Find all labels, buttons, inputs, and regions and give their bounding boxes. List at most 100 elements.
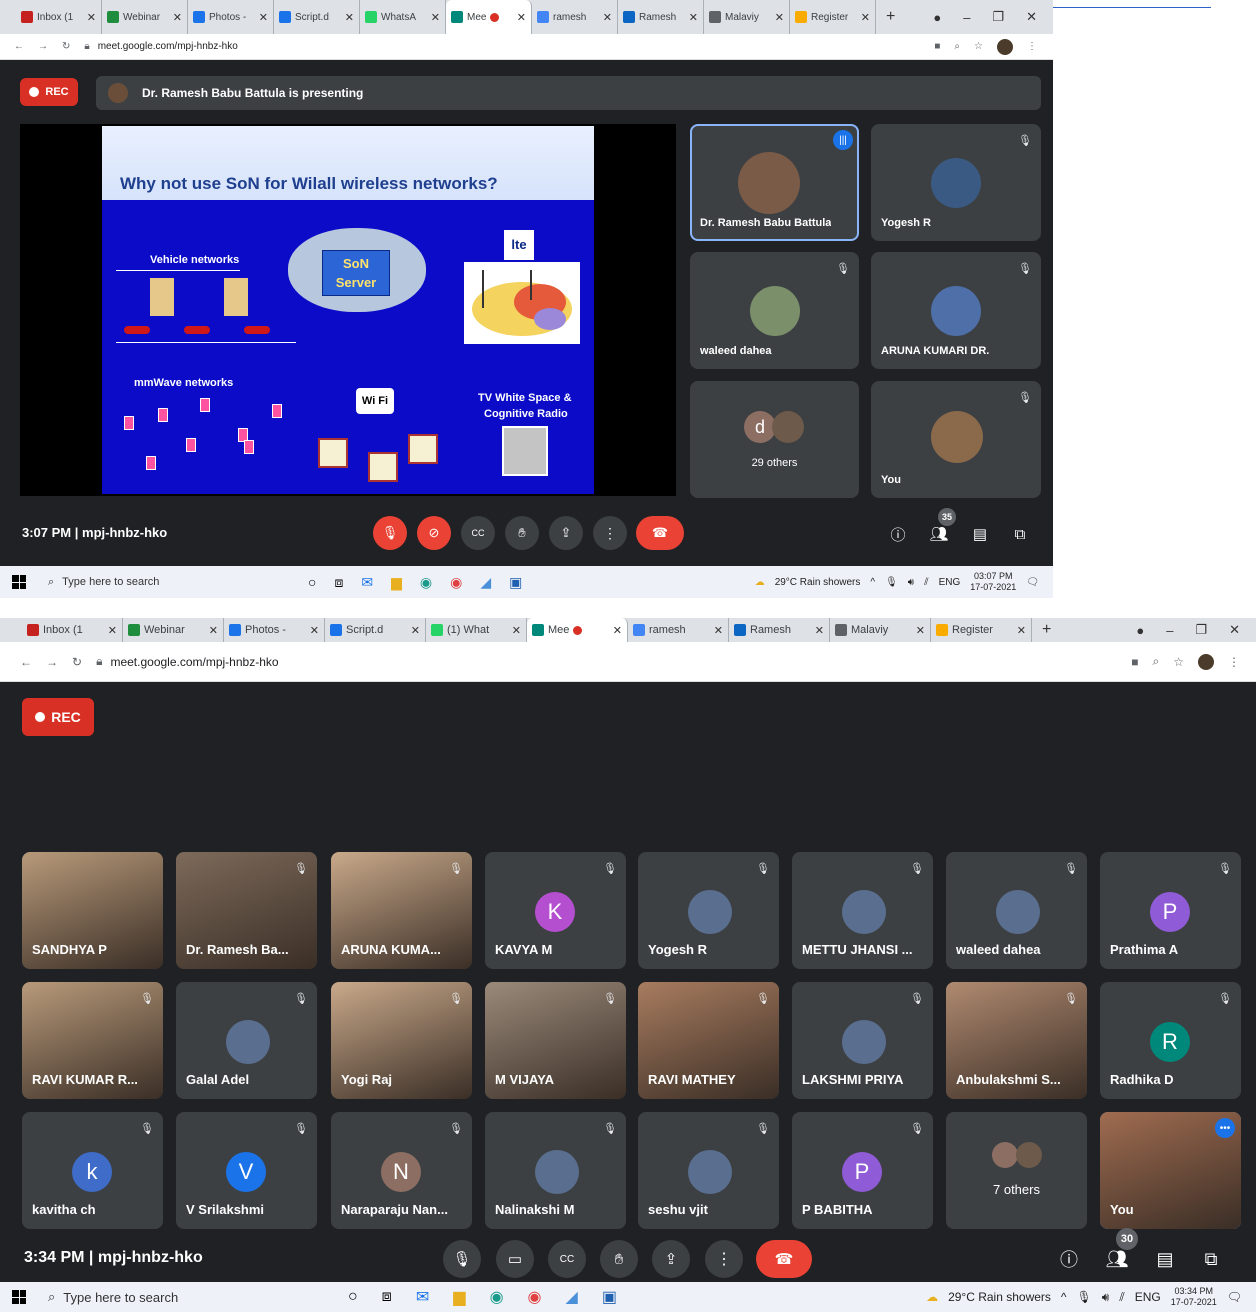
- language-indicator[interactable]: ENG: [1135, 1290, 1161, 1304]
- participant-tile-self[interactable]: 🎙︎ You: [871, 381, 1041, 498]
- close-tab-icon[interactable]: ✕: [167, 11, 182, 24]
- leave-call-button[interactable]: ☎︎: [756, 1240, 812, 1278]
- cortana-icon[interactable]: ○: [308, 574, 316, 590]
- participant-tile[interactable]: P 🎙︎ Prathima A: [1100, 852, 1241, 969]
- edge-icon[interactable]: ◉: [420, 574, 432, 591]
- close-tab-icon[interactable]: ✕: [809, 624, 824, 637]
- participant-tile[interactable]: 🎙︎ METTU JHANSI ...: [792, 852, 933, 969]
- participant-tile[interactable]: V 🎙︎ V Srilakshmi: [176, 1112, 317, 1229]
- minimize-icon[interactable]: –: [1166, 623, 1173, 638]
- participant-tile[interactable]: 🎙︎ Dr. Ramesh Ba...: [176, 852, 317, 969]
- leave-call-button[interactable]: ☎︎: [636, 516, 684, 550]
- participant-tile[interactable]: SANDHYA P: [22, 852, 163, 969]
- notification-icon[interactable]: 🗨︎: [1026, 577, 1039, 588]
- zoom-icon[interactable]: ⌕: [954, 41, 960, 52]
- present-button[interactable]: ⇪: [652, 1240, 690, 1278]
- participant-tile[interactable]: P 🎙︎ P BABITHA: [792, 1112, 933, 1229]
- tray-chevron-icon[interactable]: ^: [870, 577, 875, 588]
- close-window-icon[interactable]: ✕: [1229, 622, 1240, 638]
- rec-indicator[interactable]: REC: [22, 698, 94, 736]
- mic-toggle-button[interactable]: 🎙︎: [443, 1240, 481, 1278]
- profile-dot-icon[interactable]: ●: [933, 10, 941, 25]
- language-indicator[interactable]: ENG: [939, 577, 961, 588]
- participant-tile[interactable]: N 🎙︎ Naraparaju Nan...: [331, 1112, 472, 1229]
- participant-tile[interactable]: 🎙︎ waleed dahea: [946, 852, 1087, 969]
- app-icon[interactable]: ◢: [480, 574, 491, 591]
- new-tab-button[interactable]: +: [1032, 621, 1061, 639]
- close-tab-icon[interactable]: ✕: [855, 11, 870, 24]
- edge-icon[interactable]: ◉: [490, 1287, 504, 1307]
- participant-tile[interactable]: K 🎙︎ KAVYA M: [485, 852, 626, 969]
- browser-tab[interactable]: Ramesh ✕: [618, 0, 704, 34]
- browser-tab[interactable]: Ramesh ✕: [729, 618, 830, 642]
- activities-button[interactable]: ⧉: [1008, 522, 1032, 546]
- browser-tab[interactable]: Webinar ✕: [123, 618, 224, 642]
- microphone-tray-icon[interactable]: 🎙︎: [885, 577, 898, 588]
- network-icon[interactable]: ⫽: [1119, 1290, 1124, 1305]
- camera-toggle-button[interactable]: ▭: [496, 1240, 534, 1278]
- photos-app-icon[interactable]: ▣: [602, 1287, 617, 1307]
- close-tab-icon[interactable]: ✕: [405, 624, 420, 637]
- close-tab-icon[interactable]: ✕: [1011, 624, 1026, 637]
- weather-text[interactable]: 29°C Rain showers: [775, 577, 861, 588]
- browser-tab[interactable]: Register ✕: [931, 618, 1032, 642]
- file-explorer-icon[interactable]: ▆: [453, 1287, 465, 1307]
- close-tab-icon[interactable]: ✕: [425, 11, 440, 24]
- close-tab-icon[interactable]: ✕: [708, 624, 723, 637]
- profile-avatar[interactable]: [997, 38, 1013, 55]
- url-field[interactable]: meet.google.com/mpj-hnbz-hko: [98, 41, 238, 52]
- participant-tile[interactable]: 🎙︎ RAVI KUMAR R...: [22, 982, 163, 1099]
- photos-app-icon[interactable]: ▣: [509, 574, 522, 591]
- present-button[interactable]: ⇪: [549, 516, 583, 550]
- close-tab-icon[interactable]: ✕: [102, 624, 117, 637]
- more-options-button[interactable]: ⋮: [705, 1240, 743, 1278]
- participant-tile[interactable]: 🎙︎ seshu vjit: [638, 1112, 779, 1229]
- close-tab-icon[interactable]: ✕: [339, 11, 354, 24]
- restore-icon[interactable]: ❐: [992, 9, 1004, 25]
- chrome-icon[interactable]: ◉: [528, 1287, 542, 1307]
- app-icon[interactable]: ◢: [566, 1287, 578, 1307]
- participant-tile[interactable]: R 🎙︎ Radhika D: [1100, 982, 1241, 1099]
- tray-chevron-icon[interactable]: ^: [1061, 1290, 1067, 1304]
- close-window-icon[interactable]: ✕: [1026, 9, 1037, 25]
- task-view-icon[interactable]: ⧈: [334, 574, 343, 591]
- captions-button[interactable]: CC: [548, 1240, 586, 1278]
- meeting-info-button[interactable]: ⓘ: [886, 522, 910, 546]
- browser-tab[interactable]: Inbox (1 ✕: [16, 0, 102, 34]
- participant-tile[interactable]: 🎙︎ waleed dahea: [690, 252, 859, 369]
- browser-tab[interactable]: Script.d ✕: [274, 0, 360, 34]
- participant-tile[interactable]: 🎙︎ ARUNA KUMARI DR.: [871, 252, 1041, 369]
- browser-tab[interactable]: Malaviy ✕: [704, 0, 790, 34]
- browser-menu-icon[interactable]: ⋮: [1027, 41, 1037, 52]
- participant-tile[interactable]: 🎙︎ Anbulakshmi S...: [946, 982, 1087, 1099]
- browser-tab[interactable]: ramesh ✕: [628, 618, 729, 642]
- bookmark-star-icon[interactable]: ☆: [974, 41, 983, 52]
- close-tab-icon[interactable]: ✕: [607, 624, 622, 637]
- browser-menu-icon[interactable]: ⋮: [1228, 655, 1240, 669]
- close-tab-icon[interactable]: ✕: [511, 11, 526, 24]
- meeting-info-button[interactable]: ⓘ: [1056, 1246, 1082, 1272]
- raise-hand-button[interactable]: ✋︎: [600, 1240, 638, 1278]
- browser-tab[interactable]: (1) What ✕: [426, 618, 527, 642]
- minimize-icon[interactable]: –: [963, 10, 970, 25]
- windows-start-icon[interactable]: [12, 575, 26, 589]
- windows-start-icon[interactable]: [12, 1290, 26, 1304]
- participant-tile-self[interactable]: ••• You: [1100, 1112, 1241, 1229]
- weather-icon[interactable]: ☁: [755, 577, 765, 588]
- others-tile[interactable]: d 29 others: [690, 381, 859, 498]
- close-tab-icon[interactable]: ✕: [683, 11, 698, 24]
- camera-indicator-icon[interactable]: ■: [1131, 655, 1138, 669]
- task-view-icon[interactable]: ⧈: [382, 1288, 392, 1306]
- close-tab-icon[interactable]: ✕: [203, 624, 218, 637]
- browser-tab[interactable]: Webinar ✕: [102, 0, 188, 34]
- zoom-icon[interactable]: ⌕: [1153, 654, 1160, 669]
- chat-button[interactable]: ▤: [968, 522, 992, 546]
- back-icon[interactable]: ←: [14, 41, 24, 52]
- lock-icon[interactable]: 🔒︎: [84, 41, 89, 52]
- chrome-icon[interactable]: ◉: [450, 574, 462, 591]
- mic-toggle-button[interactable]: 🎙︎: [373, 516, 407, 550]
- close-tab-icon[interactable]: ✕: [253, 11, 268, 24]
- participant-tile[interactable]: 🎙︎ Yogesh R: [871, 124, 1041, 241]
- cortana-icon[interactable]: ○: [348, 1288, 358, 1306]
- browser-tab[interactable]: Mee ✕: [446, 0, 532, 34]
